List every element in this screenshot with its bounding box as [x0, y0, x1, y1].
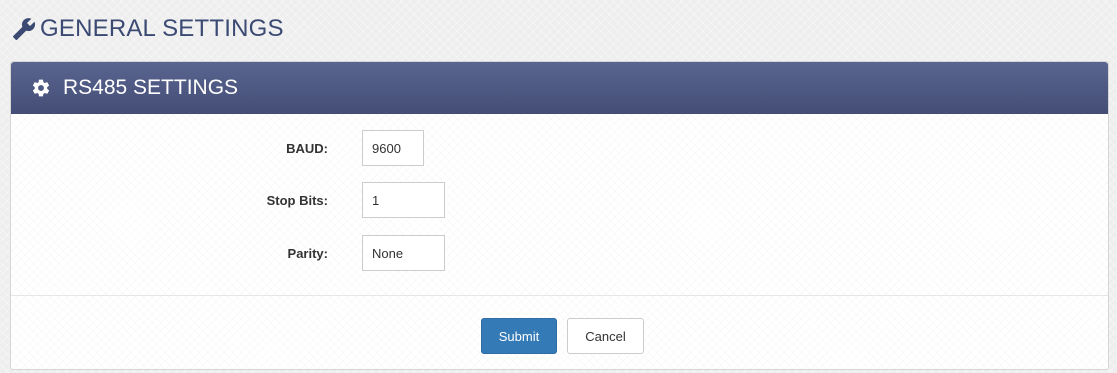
- page-title-text: GENERAL SETTINGS: [40, 15, 284, 42]
- form-divider: [11, 295, 1108, 296]
- rs485-settings-panel: RS485 SETTINGS BAUD: Stop Bits: Parity: …: [10, 61, 1109, 370]
- wrench-icon: [13, 18, 36, 40]
- submit-button[interactable]: Submit: [481, 318, 557, 354]
- baud-row: BAUD:: [11, 130, 424, 166]
- parity-row: Parity:: [11, 235, 445, 271]
- gear-icon: [32, 79, 50, 97]
- parity-label: Parity:: [287, 245, 328, 261]
- parity-input[interactable]: [362, 235, 445, 271]
- panel-title: RS485 SETTINGS: [63, 76, 239, 99]
- baud-input[interactable]: [362, 130, 424, 166]
- settings-page: GENERAL SETTINGS RS485 SETTINGS BAUD: St…: [0, 0, 1117, 373]
- baud-label: BAUD:: [286, 140, 328, 156]
- stop-bits-label: Stop Bits:: [266, 192, 328, 208]
- panel-header: RS485 SETTINGS: [11, 62, 1108, 114]
- stop-bits-input[interactable]: [362, 182, 445, 218]
- stop-bits-row: Stop Bits:: [11, 182, 445, 218]
- cancel-button[interactable]: Cancel: [567, 318, 644, 354]
- page-title: GENERAL SETTINGS: [12, 14, 284, 44]
